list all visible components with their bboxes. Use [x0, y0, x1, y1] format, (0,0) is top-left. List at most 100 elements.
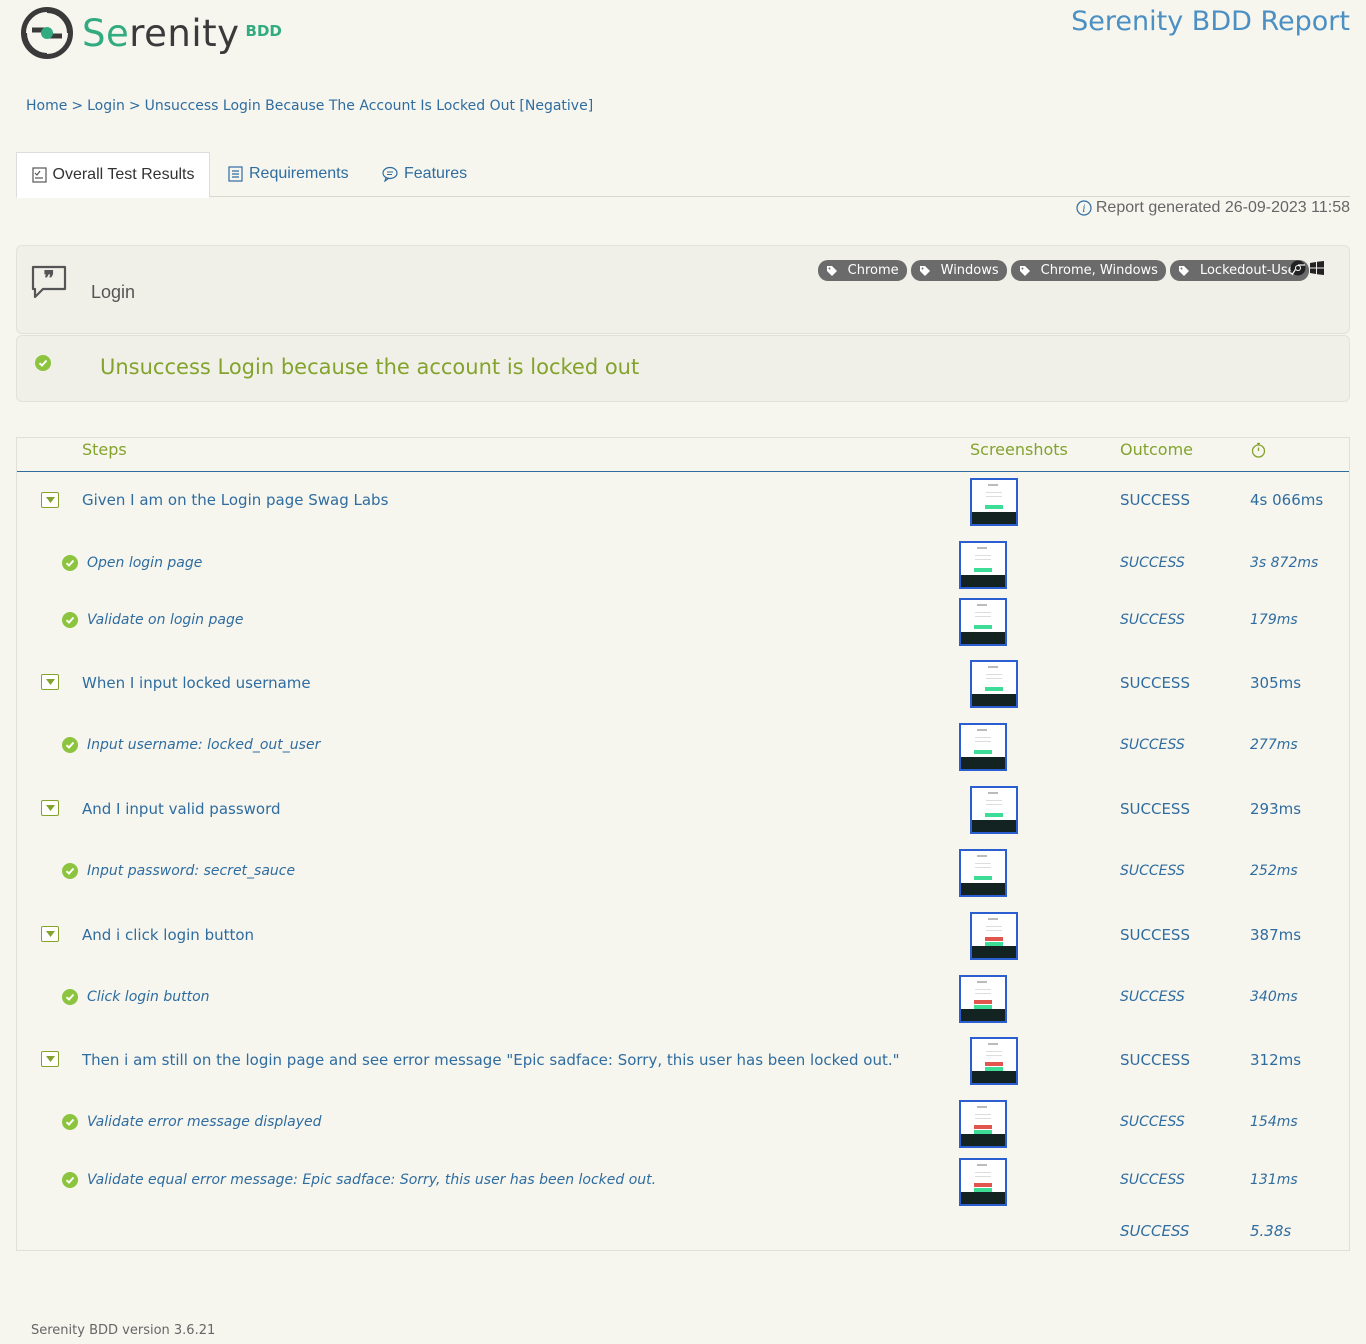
tag-lockedout-user[interactable]: Lockedout-User: [1169, 260, 1309, 281]
success-check-icon: [62, 1114, 78, 1130]
step-text: Input username: locked_out_user: [87, 737, 321, 753]
step-text: Given I am on the Login page Swag Labs: [82, 491, 389, 509]
tag-icon: [1178, 265, 1189, 276]
caret-down-icon: [45, 679, 55, 685]
svg-text:i: i: [1082, 204, 1085, 215]
windows-icon: [1310, 261, 1324, 275]
tag-icon: [919, 265, 930, 276]
screenshot-thumbnail[interactable]: [959, 598, 1007, 646]
caret-down-icon: [45, 931, 55, 937]
step-duration: 4s 066ms: [1250, 491, 1324, 509]
table-row: When I input locked username SUCCESS 305…: [17, 660, 1349, 710]
step-text: And I input valid password: [82, 800, 281, 818]
stopwatch-icon: [1251, 442, 1266, 458]
table-row: Validate on login page SUCCESS 179ms: [17, 598, 1349, 648]
collapse-toggle[interactable]: [41, 674, 59, 690]
table-row: Validate equal error message: Epic sadfa…: [17, 1158, 1349, 1208]
tag-list: Chrome Windows Chrome, Windows Lockedout…: [817, 260, 1309, 281]
breadcrumb-home[interactable]: Home: [26, 98, 67, 114]
screenshot-thumbnail[interactable]: [970, 1037, 1018, 1085]
tab-requirements[interactable]: Requirements: [228, 152, 349, 196]
tag-chrome[interactable]: Chrome: [817, 260, 907, 281]
info-icon: i: [1076, 200, 1092, 216]
header-screenshots: Screenshots: [970, 440, 1068, 459]
screenshot-thumbnail[interactable]: [959, 975, 1007, 1023]
screenshot-thumbnail[interactable]: [970, 478, 1018, 526]
tab-features[interactable]: Features: [382, 152, 467, 196]
collapse-toggle[interactable]: [41, 492, 59, 508]
tag-windows[interactable]: Windows: [910, 260, 1007, 281]
screenshot-thumbnail[interactable]: [970, 912, 1018, 960]
quote-bubble-icon: ❞: [31, 265, 67, 299]
step-outcome: SUCCESS: [1120, 491, 1190, 509]
scenario-panel: Unsuccess Login because the account is l…: [16, 335, 1350, 402]
step-text: Then i am still on the login page and se…: [82, 1051, 900, 1069]
logo-badge: BDD: [245, 22, 282, 40]
step-text: Open login page: [87, 555, 203, 571]
step-outcome: SUCCESS: [1120, 1114, 1185, 1130]
logo-wordmark: Serenity: [82, 11, 240, 55]
tab-label: Overall Test Results: [52, 166, 195, 183]
screenshot-thumbnail[interactable]: [959, 1100, 1007, 1148]
feature-name: Login: [91, 282, 136, 302]
caret-down-icon: [45, 805, 55, 811]
report-generated: i Report generated 26-09-2023 11:58: [1076, 199, 1350, 217]
step-outcome: SUCCESS: [1120, 612, 1185, 628]
step-outcome: SUCCESS: [1120, 674, 1190, 692]
collapse-toggle[interactable]: [41, 926, 59, 942]
screenshot-thumbnail[interactable]: [959, 849, 1007, 897]
step-outcome: SUCCESS: [1120, 555, 1185, 571]
total-row: SUCCESS 5.38s: [17, 1222, 1349, 1246]
report-generated-text: Report generated 26-09-2023 11:58: [1095, 199, 1350, 216]
document-list-icon: [228, 166, 243, 182]
screenshot-thumbnail[interactable]: [970, 660, 1018, 708]
screenshot-thumbnail[interactable]: [959, 1158, 1007, 1206]
collapse-toggle[interactable]: [41, 1051, 59, 1067]
step-text: And i click login button: [82, 926, 255, 944]
table-row: Input password: secret_sauce SUCCESS 252…: [17, 849, 1349, 899]
tab-overall-test-results[interactable]: Overall Test Results: [16, 152, 210, 198]
step-duration: 312ms: [1250, 1051, 1302, 1069]
step-outcome: SUCCESS: [1120, 1051, 1190, 1069]
screenshot-thumbnail[interactable]: [970, 786, 1018, 834]
breadcrumb: Home > Login > Unsuccess Login Because The A…: [26, 98, 593, 114]
step-duration: 277ms: [1250, 737, 1298, 753]
step-text: Validate error message displayed: [87, 1114, 322, 1130]
caret-down-icon: [45, 497, 55, 503]
step-duration: 154ms: [1250, 1114, 1298, 1130]
step-outcome: SUCCESS: [1120, 989, 1185, 1005]
step-duration: 305ms: [1250, 674, 1302, 692]
step-duration: 340ms: [1250, 989, 1298, 1005]
success-check-icon: [62, 989, 78, 1005]
screenshot-thumbnail[interactable]: [959, 723, 1007, 771]
success-check-icon: [62, 737, 78, 753]
breadcrumb-login[interactable]: Login: [87, 98, 125, 114]
caret-down-icon: [45, 1056, 55, 1062]
platform-icons: [1290, 260, 1325, 276]
step-text: Validate equal error message: Epic sadfa…: [87, 1172, 657, 1188]
step-text: Input password: secret_sauce: [87, 863, 296, 879]
success-check-icon: [62, 612, 78, 628]
comment-icon: [382, 166, 398, 182]
step-text: Click login button: [87, 989, 210, 1005]
step-text: When I input locked username: [82, 674, 311, 692]
feature-panel: ❞ Login Chrome Windows Chrome, Windows L…: [16, 245, 1350, 334]
table-row: Open login page SUCCESS 3s 872ms: [17, 541, 1349, 591]
scenario-title: Unsuccess Login because the account is l…: [100, 355, 640, 379]
tag-chrome-windows[interactable]: Chrome, Windows: [1010, 260, 1166, 281]
total-outcome: SUCCESS: [1120, 1222, 1190, 1240]
success-check-icon: [62, 555, 78, 571]
step-duration: 3s 872ms: [1250, 555, 1319, 571]
table-row: Then i am still on the login page and se…: [17, 1037, 1349, 1087]
step-text: Validate on login page: [87, 612, 244, 628]
table-row: Validate error message displayed SUCCESS…: [17, 1100, 1349, 1150]
step-duration: 293ms: [1250, 800, 1302, 818]
chrome-icon: [1290, 260, 1306, 276]
checklist-icon: [31, 167, 47, 183]
screenshot-thumbnail[interactable]: [959, 541, 1007, 589]
step-duration: 387ms: [1250, 926, 1302, 944]
step-outcome: SUCCESS: [1120, 737, 1185, 753]
serenity-logo[interactable]: Serenity BDD: [20, 5, 282, 61]
step-duration: 131ms: [1250, 1172, 1298, 1188]
collapse-toggle[interactable]: [41, 800, 59, 816]
